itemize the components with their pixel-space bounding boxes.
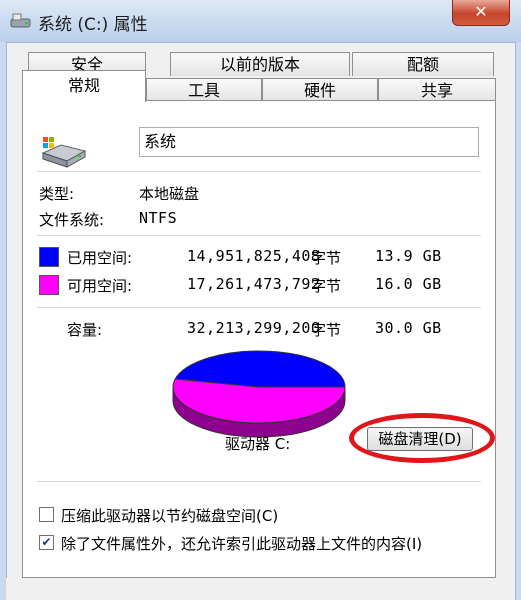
- used-space-label: 已用空间:: [67, 249, 133, 267]
- tab-quota[interactable]: 配额: [352, 52, 494, 76]
- tab-general[interactable]: 常规: [22, 70, 146, 102]
- tab-label: 共享: [420, 81, 453, 100]
- capacity-label: 容量:: [67, 321, 103, 339]
- type-value: 本地磁盘: [139, 185, 200, 203]
- window-frame-left: [0, 42, 7, 600]
- tab-label: 以前的版本: [219, 55, 300, 74]
- tab-label: 常规: [67, 76, 100, 95]
- divider: [37, 307, 481, 308]
- close-icon: ✕: [474, 2, 488, 21]
- drive-name-field[interactable]: 系统: [139, 127, 479, 157]
- used-space-unit: 字节: [311, 249, 342, 267]
- general-panel: 系统 类型: 本地磁盘 文件系统: NTFS 已用空间: 14,951,825,…: [22, 100, 496, 578]
- free-space-label: 可用空间:: [67, 277, 133, 295]
- disk-usage-pie: [172, 350, 346, 438]
- tab-tools[interactable]: 工具: [146, 78, 262, 102]
- free-space-size: 16.0 GB: [375, 275, 442, 293]
- compress-checkbox-label: 压缩此驱动器以节约磁盘空间(C): [61, 507, 279, 525]
- capacity-bytes: 32,213,299,200: [187, 319, 321, 337]
- tab-sharing[interactable]: 共享: [378, 78, 496, 102]
- type-label: 类型:: [39, 185, 75, 203]
- hard-drive-icon: [41, 137, 87, 168]
- drive-name-value: 系统: [144, 132, 177, 151]
- capacity-unit: 字节: [311, 321, 342, 339]
- filesystem-label: 文件系统:: [39, 211, 105, 229]
- free-space-unit: 字节: [311, 277, 342, 295]
- tab-label: 工具: [187, 81, 220, 100]
- title-bar: 系统 (C:) 属性 ✕: [0, 0, 521, 43]
- divider: [37, 235, 481, 236]
- window-title: 系统 (C:) 属性: [38, 15, 148, 35]
- compress-checkbox[interactable]: [39, 507, 54, 522]
- used-space-color-swatch: [39, 247, 59, 267]
- divider: [37, 481, 481, 482]
- tab-hardware[interactable]: 硬件: [262, 78, 378, 102]
- capacity-size: 30.0 GB: [375, 319, 442, 337]
- drive-properties-icon: [10, 13, 31, 28]
- used-space-bytes: 14,951,825,408: [187, 247, 321, 265]
- index-checkbox[interactable]: ✔: [39, 535, 54, 550]
- tab-label: 硬件: [303, 81, 336, 100]
- divider: [37, 171, 481, 172]
- tab-label: 配额: [406, 55, 439, 74]
- dialog-footer: [6, 578, 515, 600]
- free-space-color-swatch: [39, 275, 59, 295]
- used-space-size: 13.9 GB: [375, 247, 442, 265]
- disk-cleanup-button[interactable]: 磁盘清理(D): [367, 427, 473, 451]
- window-frame-right: [515, 42, 521, 600]
- pie-slice-used: [174, 350, 346, 388]
- index-checkbox-label: 除了文件属性外，还允许索引此驱动器上文件的内容(I): [61, 535, 423, 553]
- checkmark-icon: ✔: [41, 535, 52, 549]
- close-button[interactable]: ✕: [452, 0, 510, 26]
- disk-cleanup-label: 磁盘清理(D): [378, 430, 462, 448]
- drive-letter-label: 驱动器 C:: [225, 435, 291, 453]
- tab-previous-versions[interactable]: 以前的版本: [170, 52, 350, 76]
- filesystem-value: NTFS: [139, 209, 178, 227]
- free-space-bytes: 17,261,473,792: [187, 275, 321, 293]
